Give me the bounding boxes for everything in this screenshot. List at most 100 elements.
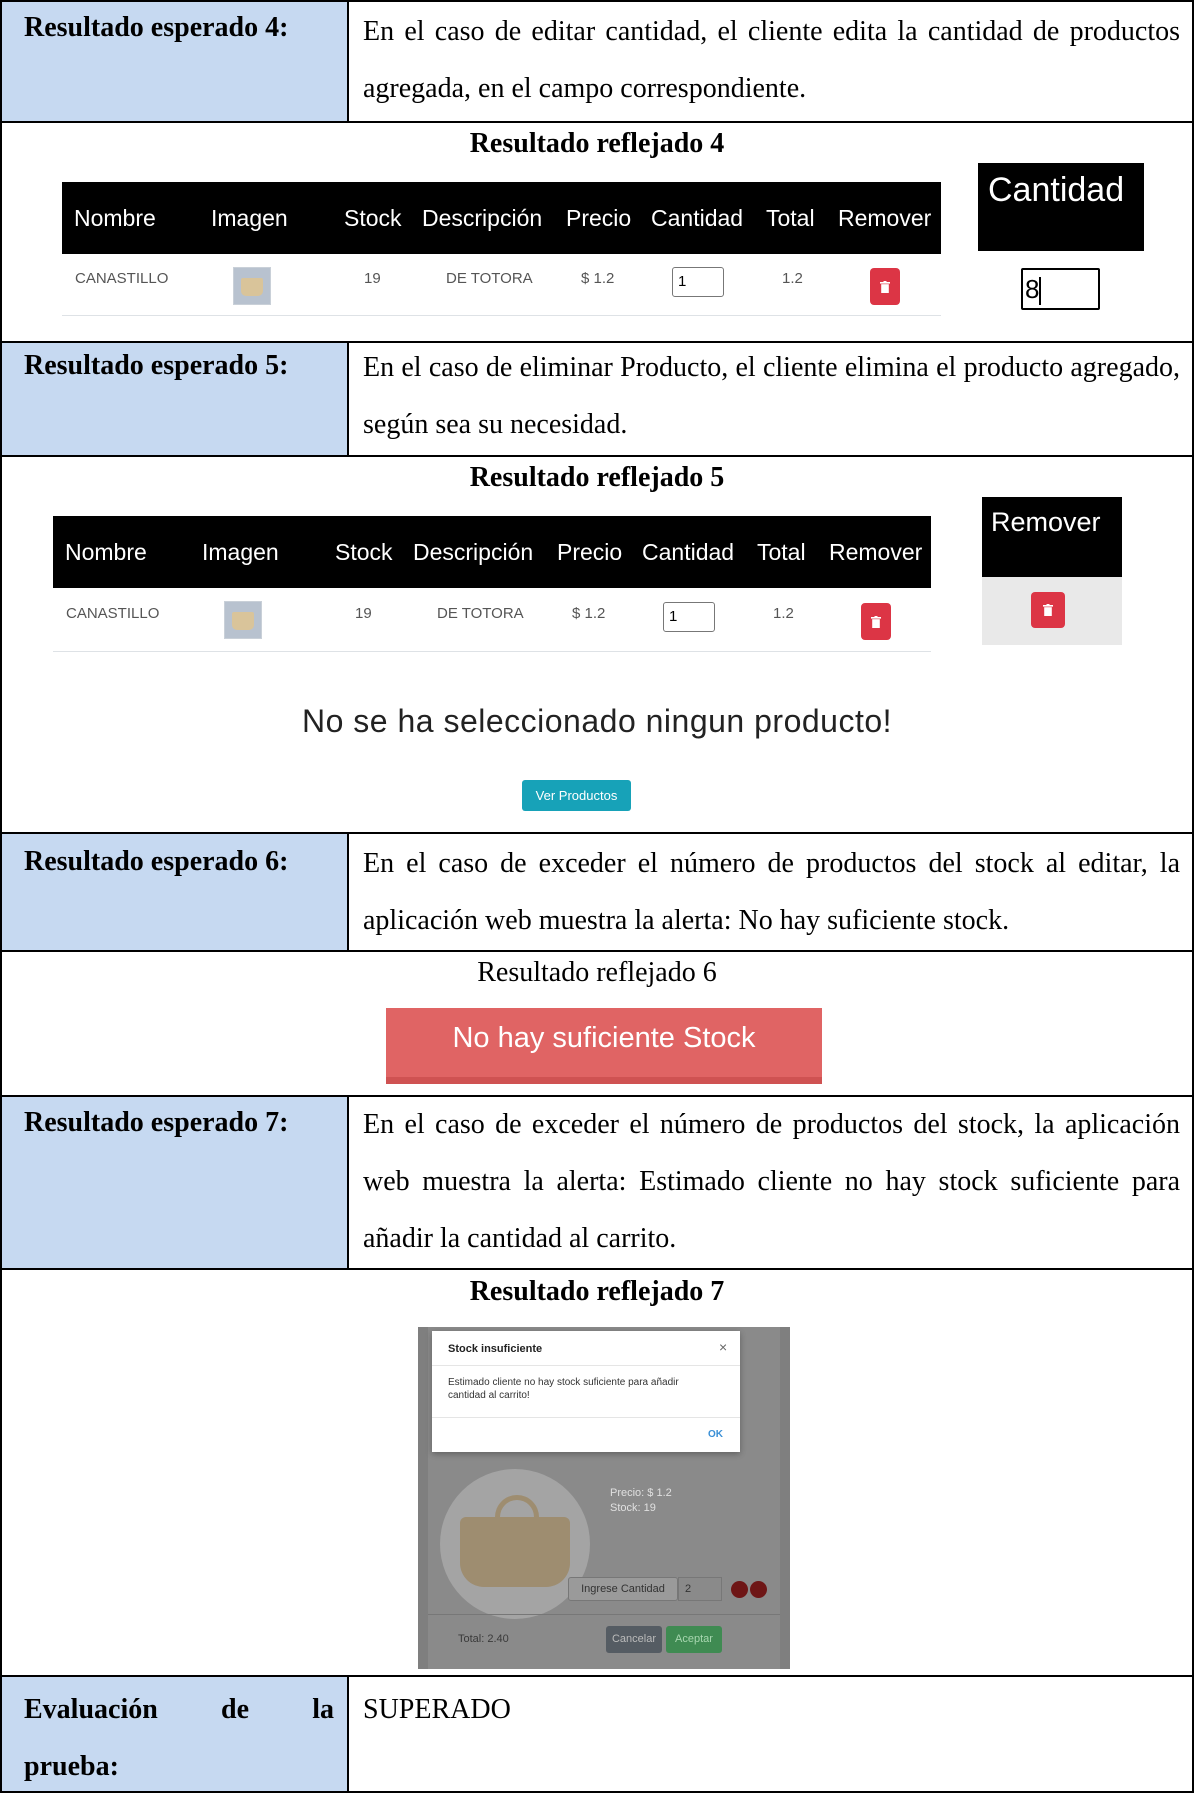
row-divider: [62, 315, 941, 316]
border: [0, 1268, 1194, 1270]
border: [0, 950, 1194, 952]
text-r7: En el caso de exceder el número de produ…: [363, 1109, 1180, 1254]
trash-icon: [880, 280, 890, 293]
zoom-remover-label: Remover: [991, 507, 1101, 537]
trash-icon: [1043, 604, 1053, 616]
zoom-remove-button[interactable]: [1031, 592, 1065, 628]
eval-label-word3: la: [312, 1694, 334, 1725]
cell-descripcion: DE TOTORA: [437, 605, 524, 622]
th-cantidad: Cantidad: [651, 204, 744, 231]
zoom-quantity-value: 8: [1025, 274, 1040, 304]
th-remover: Remover: [829, 538, 923, 565]
modal-total: Total: 2.40: [458, 1633, 509, 1645]
dialog-title: Stock insuficiente: [448, 1343, 543, 1355]
text-r4: En el caso de editar cantidad, el client…: [363, 16, 1180, 104]
remove-button[interactable]: [870, 268, 900, 305]
border: [347, 832, 349, 952]
text-r5: En el caso de eliminar Producto, el clie…: [363, 352, 1180, 440]
ingrese-cantidad-text: Ingrese Cantidad: [581, 1583, 665, 1595]
th-total: Total: [766, 204, 815, 231]
th-imagen: Imagen: [211, 204, 288, 231]
border: [0, 832, 1194, 834]
th-remover: Remover: [838, 204, 932, 231]
title-f6: Resultado reflejado 6: [477, 957, 717, 988]
border: [347, 1095, 349, 1270]
product-modal-screenshot: Precio: $ 1.2 Stock: 19 Ingrese Cantidad…: [418, 1327, 790, 1669]
cell-stock: 19: [355, 605, 372, 622]
stock-alert-text: No hay suficiente Stock: [452, 1022, 756, 1054]
title-f5: Resultado reflejado 5: [469, 462, 725, 493]
aceptar-button[interactable]: Aceptar: [666, 1626, 722, 1653]
th-nombre: Nombre: [74, 204, 156, 231]
th-total: Total: [757, 538, 806, 565]
eval-label-word2: de: [221, 1694, 250, 1725]
cell-nombre: CANASTILLO: [75, 270, 169, 287]
zoom-cantidad-header: Cantidad: [978, 163, 1144, 251]
quantity-input[interactable]: 1: [672, 267, 724, 297]
dialog-ok-button[interactable]: OK: [708, 1429, 723, 1440]
cell-precio: $ 1.2: [581, 270, 615, 287]
border: [347, 341, 349, 457]
th-imagen: Imagen: [202, 538, 279, 565]
zoom-cantidad-label: Cantidad: [988, 171, 1125, 209]
dialog-divider-bottom: [432, 1417, 740, 1418]
th-nombre: Nombre: [65, 538, 147, 565]
ingrese-cantidad-input[interactable]: 2: [678, 1577, 722, 1601]
cancelar-button[interactable]: Cancelar: [606, 1626, 662, 1653]
th-stock: Stock: [335, 538, 393, 565]
cell-precio: $ 1.2: [572, 605, 606, 622]
text-cursor: [1039, 277, 1042, 306]
ver-productos-button[interactable]: Ver Productos: [522, 780, 631, 811]
text-r6: En el caso de exceder el número de produ…: [363, 848, 1180, 936]
cart-table-header-f4: Nombre Imagen Stock Descripción Precio C…: [62, 182, 941, 254]
cell-total: 1.2: [773, 605, 794, 622]
border: [347, 1675, 349, 1793]
modal-stock: Stock: 19: [610, 1502, 656, 1514]
eval-label-line2: prueba:: [24, 1751, 119, 1782]
stock-alert: No hay suficiente Stock: [386, 1008, 822, 1084]
label-r5: Resultado esperado 5:: [24, 350, 289, 381]
zoom-remover-cell: [982, 577, 1122, 645]
row-divider: [53, 651, 931, 652]
th-descripcion: Descripción: [413, 538, 534, 565]
dialog-close-icon[interactable]: ×: [719, 1339, 727, 1355]
trash-icon: [871, 615, 881, 628]
product-thumbnail: [233, 267, 271, 305]
label-r7: Resultado esperado 7:: [24, 1107, 289, 1138]
th-cantidad: Cantidad: [642, 538, 735, 565]
decrease-button[interactable]: [731, 1581, 748, 1598]
zoom-quantity-input[interactable]: 8: [1021, 268, 1100, 310]
cell-total: 1.2: [782, 270, 803, 287]
cell-stock: 19: [364, 270, 381, 287]
eval-label-line1: Evaluación de la: [24, 1694, 334, 1726]
product-thumbnail: [224, 601, 262, 639]
ingrese-cantidad-label: Ingrese Cantidad: [568, 1577, 678, 1601]
cell-nombre: CANASTILLO: [66, 605, 160, 622]
cell-descripcion: DE TOTORA: [446, 270, 533, 287]
quantity-input[interactable]: 1: [663, 602, 715, 632]
dialog-body: Estimado cliente no hay stock suficiente…: [448, 1377, 679, 1401]
ingrese-cantidad-value: 2: [685, 1583, 692, 1595]
increase-button[interactable]: [750, 1581, 767, 1598]
border: [0, 121, 1194, 123]
border: [0, 1095, 1194, 1097]
eval-label-word1: Evaluación: [24, 1694, 158, 1725]
dialog-divider-top: [432, 1365, 740, 1366]
border: [0, 0, 2, 1793]
border: [0, 455, 1194, 457]
empty-cart-message: No se ha seleccionado ningun producto!: [301, 703, 893, 739]
label-r6: Resultado esperado 6:: [24, 846, 289, 877]
th-precio: Precio: [566, 204, 632, 231]
remove-button[interactable]: [861, 603, 891, 640]
eval-result: SUPERADO: [363, 1694, 511, 1725]
border: [0, 341, 1194, 343]
zoom-remover-header: Remover: [982, 497, 1122, 577]
cart-table-header-f5: Nombre Imagen Stock Descripción Precio C…: [53, 516, 931, 588]
label-r4: Resultado esperado 4:: [24, 12, 289, 43]
border: [0, 1675, 1194, 1677]
border: [0, 0, 1194, 2]
title-f4: Resultado reflejado 4: [469, 128, 725, 159]
th-descripcion: Descripción: [422, 204, 543, 231]
basket-handle: [495, 1495, 539, 1529]
modal-footer-divider: [428, 1614, 780, 1615]
